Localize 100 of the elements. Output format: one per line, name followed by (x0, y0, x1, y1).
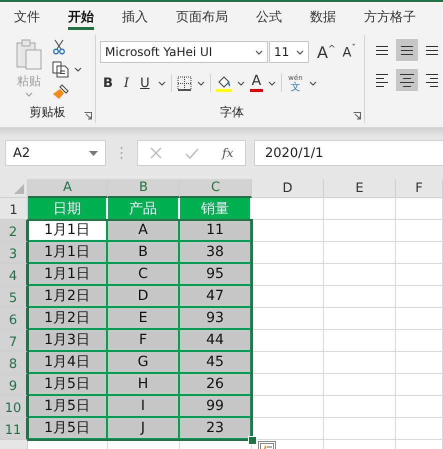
caret-icon (89, 150, 98, 156)
table-cell: 产品 (108, 198, 180, 220)
table-cell: 1月5日 (28, 396, 108, 418)
table-cell (252, 308, 324, 330)
grow-font-button[interactable]: A$^{^}$ (314, 42, 338, 62)
table-cell (324, 264, 396, 286)
fill-handle[interactable] (248, 436, 257, 445)
table-cell: 95 (180, 264, 252, 286)
table-cell (324, 308, 396, 330)
table-cell (324, 418, 396, 440)
column-header[interactable]: B (108, 179, 180, 198)
align-icon (400, 74, 414, 86)
font-size-dropdown[interactable]: 11 (269, 41, 309, 63)
check-icon[interactable] (184, 148, 199, 158)
table-cell: 11 (180, 220, 252, 242)
dialog-launcher-icon[interactable] (353, 112, 361, 120)
brush-icon[interactable] (52, 84, 69, 101)
group-label: 字体 (220, 104, 244, 120)
table-cell (252, 198, 324, 220)
table-cell: D (108, 286, 180, 308)
column-header[interactable]: D (252, 179, 324, 198)
table-cell: 26 (180, 374, 252, 396)
table-cell: 47 (180, 286, 252, 308)
underline-button[interactable]: U (137, 76, 153, 90)
table-cell: 1月4日 (28, 352, 108, 374)
row-header[interactable]: 11 (0, 418, 28, 440)
ribbon-tab[interactable]: 公式 (245, 2, 293, 31)
fill-color-icon[interactable] (216, 74, 232, 92)
table-cell (396, 264, 443, 286)
insert-function-button[interactable]: fx (222, 146, 234, 160)
table-cell (396, 374, 443, 396)
table-cell: 23 (180, 418, 252, 440)
row-header[interactable]: 3 (0, 242, 28, 264)
row-header[interactable]: 5 (0, 286, 28, 308)
cut-icon[interactable] (52, 39, 66, 55)
ribbon-tab[interactable]: 插入 (111, 2, 159, 31)
table-cell (396, 242, 443, 264)
align-icon (376, 74, 388, 86)
table-cell (324, 220, 396, 242)
caret-icon (296, 50, 304, 54)
table-cell (252, 264, 324, 286)
row-header[interactable]: 10 (0, 396, 28, 418)
table-cell (252, 374, 324, 396)
shrink-font-button[interactable]: A$^{ˇ}$ (340, 44, 359, 60)
row-header[interactable]: 9 (0, 374, 28, 396)
name-box[interactable]: A2 (5, 140, 106, 166)
caret-icon[interactable] (308, 80, 317, 86)
table-cell (324, 330, 396, 352)
column-header[interactable]: F (396, 179, 443, 198)
font-name-dropdown[interactable]: Microsoft YaHei UI (100, 41, 268, 63)
caret-icon (25, 92, 33, 97)
column-header[interactable]: E (324, 179, 396, 198)
table-cell: 1月2日 (28, 308, 108, 330)
table-cell: G (108, 352, 180, 374)
caret-icon[interactable] (196, 80, 205, 86)
table-cell: 1月1日 (28, 242, 108, 264)
ribbon-tab[interactable]: 页面布局 (165, 2, 239, 31)
formula-input[interactable]: 2020/1/1 (254, 140, 443, 166)
table-cell (396, 418, 443, 440)
middle-align-button[interactable] (396, 39, 418, 61)
font-color-button[interactable]: A (250, 74, 264, 92)
bold-button[interactable]: B (100, 76, 116, 90)
row-header[interactable]: 2 (0, 220, 28, 242)
ribbon-tab[interactable]: 文件 (3, 2, 51, 31)
table-cell: H (108, 374, 180, 396)
table-cell: F (108, 330, 180, 352)
caret-icon (255, 50, 263, 54)
row-header[interactable]: 4 (0, 264, 28, 286)
ribbon-tab[interactable]: 方方格子 (353, 2, 427, 31)
row-header[interactable]: 1 (0, 198, 28, 220)
table-cell (252, 220, 324, 242)
italic-button[interactable]: I (120, 76, 132, 90)
copy-icon[interactable] (52, 61, 70, 78)
border-icon[interactable] (176, 76, 192, 90)
table-cell: I (108, 396, 180, 418)
ribbon-tab[interactable]: 开始 (57, 2, 105, 31)
row-header[interactable]: 8 (0, 352, 28, 374)
row-header[interactable]: 6 (0, 308, 28, 330)
table-cell (324, 396, 396, 418)
caret-icon[interactable] (268, 80, 276, 86)
table-cell: 日期 (28, 198, 108, 220)
table-cell (324, 286, 396, 308)
drag-handle-icon[interactable] (120, 146, 123, 160)
ribbon-tab[interactable]: 数据 (299, 2, 347, 31)
table-cell: C (108, 264, 180, 286)
table-cell: J (108, 418, 180, 440)
column-header[interactable]: A (28, 179, 108, 198)
table-cell (396, 396, 443, 418)
table-cell: 93 (180, 308, 252, 330)
caret-icon[interactable] (158, 80, 166, 86)
table-cell: 1月1日 (28, 220, 108, 242)
table-cell: 1月5日 (28, 418, 108, 440)
caret-icon[interactable] (74, 67, 82, 72)
table-cell (396, 352, 443, 374)
center-align-button[interactable] (396, 69, 418, 91)
row-header[interactable]: 7 (0, 330, 28, 352)
column-header[interactable]: C (180, 179, 252, 198)
caret-icon[interactable] (236, 80, 245, 86)
dialog-launcher-icon[interactable] (84, 112, 92, 120)
table-cell (324, 198, 396, 220)
